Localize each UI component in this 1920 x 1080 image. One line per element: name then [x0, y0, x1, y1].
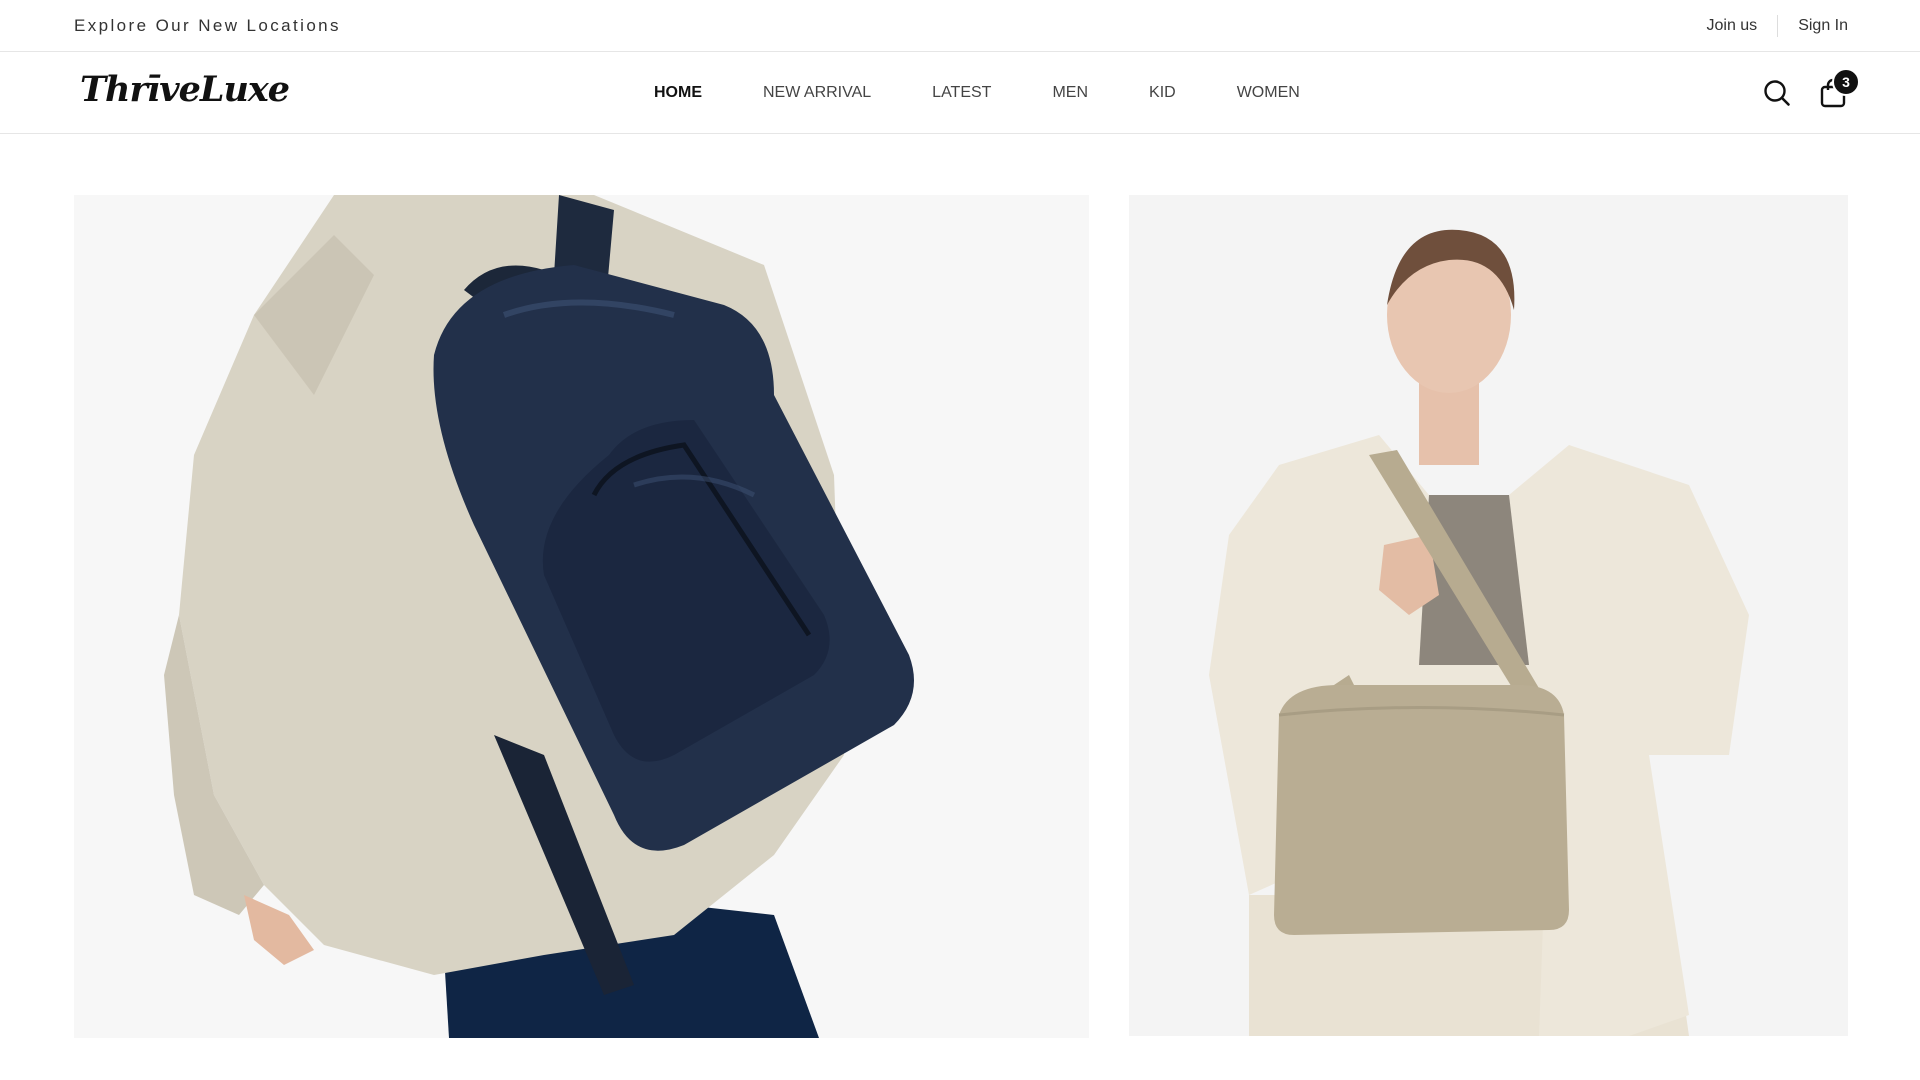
account-links: Join us Sign In	[1706, 15, 1848, 37]
header-actions: 3	[1760, 68, 1860, 110]
search-button[interactable]	[1760, 76, 1794, 110]
divider	[1777, 15, 1779, 37]
nav-item-latest[interactable]: LATEST	[932, 84, 991, 102]
nav-item-new-arrival[interactable]: NEW ARRIVAL	[763, 84, 871, 102]
promo-text[interactable]: Explore Our New Locations	[74, 16, 341, 36]
cart-count-badge: 3	[1832, 68, 1860, 96]
sign-in-link[interactable]: Sign In	[1798, 17, 1848, 35]
join-us-link[interactable]: Join us	[1706, 17, 1757, 35]
top-bar: Explore Our New Locations Join us Sign I…	[0, 0, 1920, 52]
backpack-photo	[74, 195, 1089, 1038]
search-icon	[1764, 80, 1790, 106]
hero-image-handbag[interactable]	[1129, 195, 1848, 1036]
nav-item-women[interactable]: WOMEN	[1237, 84, 1300, 102]
nav-item-kid[interactable]: KID	[1149, 84, 1176, 102]
main-nav: HOME NEW ARRIVAL LATEST MEN KID WOMEN	[654, 84, 1300, 102]
site-header: ThrīveLuxe HOME NEW ARRIVAL LATEST MEN K…	[0, 52, 1920, 134]
cart-button[interactable]: 3	[1816, 68, 1860, 110]
nav-item-home[interactable]: HOME	[654, 84, 702, 102]
handbag-photo	[1129, 195, 1848, 1036]
nav-item-men[interactable]: MEN	[1052, 84, 1088, 102]
brand-logo[interactable]: ThrīveLuxe	[80, 69, 290, 110]
hero-image-backpack[interactable]	[74, 195, 1089, 1038]
